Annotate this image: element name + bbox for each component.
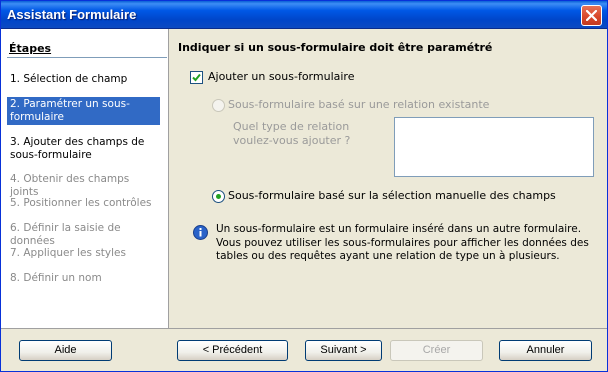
steps-sidebar: Étapes 1. Sélection de champ 2. Paramétr… bbox=[1, 29, 169, 329]
manual-selection-label[interactable]: Sous-formulaire basé sur la sélection ma… bbox=[228, 189, 556, 202]
step-1-field-selection[interactable]: 1. Sélection de champ bbox=[7, 72, 160, 87]
checkmark-icon bbox=[192, 73, 201, 82]
step-6-data-entry: 6. Définir la saisie de données bbox=[10, 222, 121, 247]
wizard-window: Assistant Formulaire Étapes 1. Sélection… bbox=[0, 0, 608, 372]
step-3-add-subform-fields[interactable]: 3. Ajouter des champs de sous-formulaire bbox=[7, 135, 160, 163]
close-icon bbox=[586, 10, 597, 21]
existing-relation-radio bbox=[212, 99, 225, 112]
add-subform-checkbox[interactable] bbox=[190, 71, 203, 84]
relation-listbox bbox=[394, 117, 594, 177]
window-title: Assistant Formulaire bbox=[7, 7, 137, 22]
create-button: Créer bbox=[390, 340, 483, 361]
radio-selected-dot bbox=[216, 194, 221, 199]
existing-relation-label: Sous-formulaire basé sur une relation ex… bbox=[228, 98, 490, 111]
next-button[interactable]: Suivant > bbox=[305, 340, 382, 361]
step-2-setup-subform[interactable]: 2. Paramétrer un sous-formulaire bbox=[7, 97, 160, 125]
step-7-apply-styles: 7. Appliquer les styles bbox=[10, 247, 126, 259]
title-bar[interactable]: Assistant Formulaire bbox=[1, 1, 607, 29]
step-5-position-controls: 5. Positionner les contrôles bbox=[10, 197, 152, 209]
previous-button[interactable]: < Précédent bbox=[177, 340, 288, 361]
step-8-set-name: 8. Définir un nom bbox=[10, 272, 102, 284]
relation-question-label: Quel type de relation voulez-vous ajoute… bbox=[233, 120, 351, 147]
button-bar-divider bbox=[1, 328, 607, 329]
sidebar-divider bbox=[7, 57, 167, 58]
manual-selection-radio[interactable] bbox=[212, 190, 225, 203]
add-subform-label[interactable]: Ajouter un sous-formulaire bbox=[208, 70, 354, 83]
info-icon bbox=[193, 225, 208, 240]
help-button[interactable]: Aide bbox=[19, 340, 112, 361]
subform-info-text: Un sous-formulaire est un formulaire ins… bbox=[216, 223, 589, 262]
steps-title: Étapes bbox=[9, 42, 52, 55]
page-heading: Indiquer si un sous-formulaire doit être… bbox=[178, 41, 493, 54]
cancel-button[interactable]: Annuler bbox=[499, 340, 592, 361]
close-button[interactable] bbox=[581, 5, 602, 26]
